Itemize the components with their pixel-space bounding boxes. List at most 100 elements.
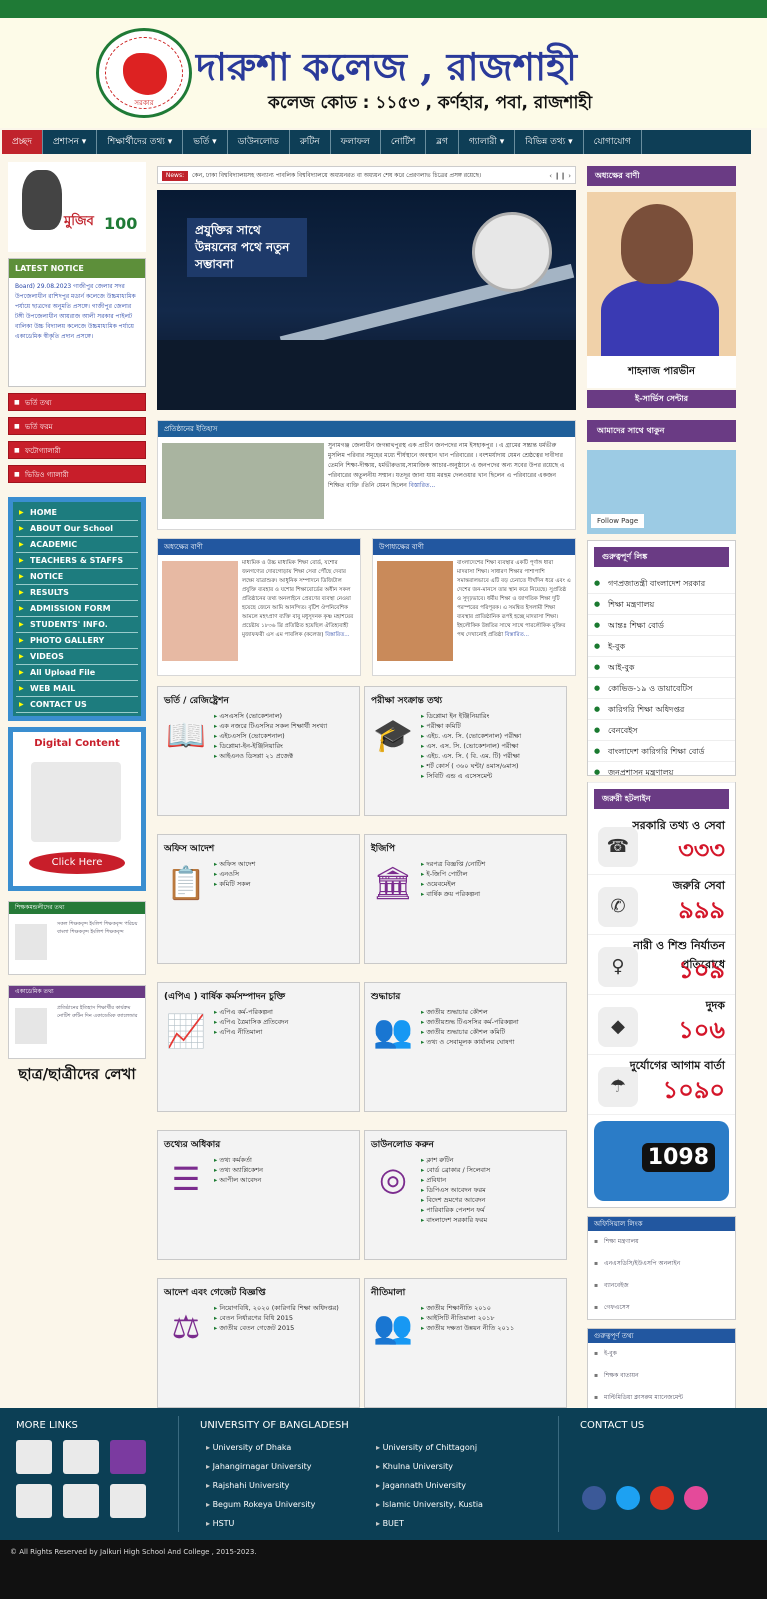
service-link[interactable]: জাতীয়শুদ্ধ টিএসসির কর্ম-পরিকল্পনা — [421, 1017, 562, 1027]
admission-info-button[interactable]: ভর্তি তথ্য — [8, 393, 146, 412]
service-link[interactable]: বেতন নির্ধারণের বিধি 2015 — [214, 1313, 355, 1323]
nav-blog[interactable]: ব্লগ — [426, 130, 459, 154]
service-link[interactable]: সিবিটি এন্ড এ এসেসমেন্ট — [421, 771, 562, 781]
university-link[interactable]: University of Chittagonj — [376, 1438, 477, 1457]
service-link[interactable]: বার্ষিক ক্রয় পরিকল্পনা — [421, 889, 562, 899]
nav-notice[interactable]: নোটিশ — [381, 130, 427, 154]
university-link[interactable]: Jagannath University — [376, 1476, 466, 1495]
nav-contact[interactable]: যোগাযোগ — [584, 130, 642, 154]
service-link[interactable]: আইএনও ডিসপ্লা ২১ প্রজেক্ট — [214, 751, 355, 761]
service-link[interactable]: এইচ. এস. সি. ( বি. এম. টি) পরীক্ষা — [421, 751, 562, 761]
service-link[interactable]: বিদেশ ভ্রমণের আবেদন — [421, 1195, 562, 1205]
service-link[interactable]: এইচ. এস. সি. (ভোকেশনাল) পরীক্ষা — [421, 731, 562, 741]
important-link[interactable]: শিক্ষা মন্ত্রণালয় — [588, 594, 735, 615]
link-logo-icon[interactable] — [16, 1440, 52, 1474]
important-info-link[interactable]: শিক্ষক বাতায়ন — [588, 1365, 735, 1387]
hotline-106[interactable]: ◆ দুদক ১০৬ — [588, 995, 735, 1055]
university-link[interactable]: BUET — [376, 1514, 404, 1533]
service-link[interactable]: জাতীয় শুদ্ধাচার কৌশল — [421, 1007, 562, 1017]
eservice-center-link[interactable]: ই-সার্ভিস সেন্টার — [587, 390, 736, 408]
service-link[interactable]: অফিস আদেশ — [214, 859, 355, 869]
university-link[interactable]: Islamic University, Kustia — [376, 1495, 483, 1514]
service-link[interactable]: জাতীয় বেতন গেজেট 2015 — [214, 1323, 355, 1333]
youtube-icon[interactable] — [650, 1486, 674, 1510]
service-link[interactable]: জাতীয় শুদ্ধাচার কৌশল কমিটি — [421, 1027, 562, 1037]
service-link[interactable]: ক্লাশ রুটিন — [421, 1155, 562, 1165]
photo-gallery-button[interactable]: ফটোগ্যালারী — [8, 441, 146, 460]
important-link[interactable]: কারিগরি শিক্ষা অধিদপ্তর — [588, 699, 735, 720]
university-link[interactable]: Begum Rokeya University — [206, 1495, 316, 1514]
link-logo-icon[interactable] — [110, 1440, 146, 1474]
official-link[interactable]: গেফএসেস — [588, 1297, 735, 1319]
hotline-333[interactable]: ☎ সরকারি তথ্য ও সেবা ৩৩৩ — [588, 815, 735, 875]
important-link[interactable]: গণপ্রজাতন্ত্রী বাংলাদেশ সরকার — [588, 573, 735, 594]
service-link[interactable]: আইসিটি নীতিমালা ২০১৮ — [421, 1313, 562, 1323]
menu-item-web-mail[interactable]: WEB MAIL — [16, 681, 138, 697]
nav-gallery[interactable]: গ্যালারী ▾ — [459, 130, 516, 154]
child-helpline-banner[interactable]: 1098 — [594, 1121, 729, 1201]
important-info-link[interactable]: ই-বুক — [588, 1343, 735, 1365]
official-link[interactable]: এনএসডিসি/ইউএসপি অনলাইন — [588, 1253, 735, 1275]
service-link[interactable]: দরপত্র বিজ্ঞপ্তি /নোটিশ — [421, 859, 562, 869]
service-link[interactable]: জাতীয় দক্ষতা উন্নয়ন নীতি ২০১১ — [421, 1323, 562, 1333]
service-link[interactable]: এসএসসি (ভোকেশনাল) — [214, 711, 355, 721]
service-link[interactable]: পরীক্ষা কমিটি — [421, 721, 562, 731]
service-link[interactable]: এপিএ নীতিমালা — [214, 1027, 355, 1037]
digital-content-banner[interactable]: Digital Content Click Here — [8, 727, 146, 891]
menu-item-notice[interactable]: NOTICE — [16, 569, 138, 585]
service-link[interactable]: জাতীয় শিক্ষানীতি ২০১০ — [421, 1303, 562, 1313]
latest-notice-list[interactable]: Board) 29.08.2023 গাজীপুর জেলার সদর উপজে… — [9, 278, 145, 386]
menu-item-academic[interactable]: ACADEMIC — [16, 537, 138, 553]
menu-item-videos[interactable]: VIDEOS — [16, 649, 138, 665]
link-logo-icon[interactable] — [63, 1440, 99, 1474]
service-link[interactable]: এনওসি — [214, 869, 355, 879]
vice-read-more-link[interactable]: বিস্তারিত... — [505, 632, 529, 638]
menu-item-photo-gallery[interactable]: PHOTO GALLERY — [16, 633, 138, 649]
principal-read-more-link[interactable]: বিস্তারিত... — [325, 632, 349, 638]
facebook-icon[interactable] — [582, 1486, 606, 1510]
important-link[interactable]: আই-বুক — [588, 657, 735, 678]
link-logo-icon[interactable] — [63, 1484, 99, 1518]
twitter-icon[interactable] — [616, 1486, 640, 1510]
video-gallery-button[interactable]: ভিডিও গ্যালারী — [8, 465, 146, 484]
menu-item-about[interactable]: ABOUT Our School — [16, 521, 138, 537]
service-link[interactable]: তথ্য কর্মকর্তা — [214, 1155, 355, 1165]
facebook-page-widget[interactable]: Follow Page — [587, 450, 736, 534]
service-link[interactable]: তথ্য ও সেবামূলক কার্যালয় ঘোষণা — [421, 1037, 562, 1047]
menu-item-upload-file[interactable]: All Upload File — [16, 665, 138, 681]
university-link[interactable]: Khulna University — [376, 1457, 453, 1476]
service-link[interactable]: ডিপিএস আবেদন ফরম — [421, 1185, 562, 1195]
link-logo-icon[interactable] — [110, 1484, 146, 1518]
flickr-icon[interactable] — [684, 1486, 708, 1510]
service-link[interactable]: বোর্ড ব্রোকার / সিলেবাস — [421, 1165, 562, 1175]
menu-item-home[interactable]: HOME — [16, 505, 138, 521]
service-link[interactable]: এপিএ কর্ম-পরিকল্পনা — [214, 1007, 355, 1017]
students-writing-link[interactable]: ছাত্র/ছাত্রীদের লেখা — [8, 1063, 146, 1088]
graduation-cap-icon[interactable] — [16, 1484, 52, 1518]
nav-student-info[interactable]: শিক্ষার্থীদের তথ্য ▾ — [97, 130, 184, 154]
news-text[interactable]: কেন, ঢাকা বিশ্ববিদ্যালয়সহ অন্যান্য পাবল… — [192, 167, 535, 185]
teacher-widget-items[interactable]: সকল শিক্ষকবৃন্দ ইংলিশ শিক্ষকবৃন্দ পরিচয়… — [57, 920, 145, 936]
university-link[interactable]: HSTU — [206, 1514, 235, 1533]
nav-admission[interactable]: ভর্তি ▾ — [183, 130, 228, 154]
university-link[interactable]: Rajshahi University — [206, 1476, 290, 1495]
menu-item-teachers[interactable]: TEACHERS & STAFFS — [16, 553, 138, 569]
service-link[interactable]: এপিএ ত্রৈমাসিক প্রতিবেদন — [214, 1017, 355, 1027]
service-link[interactable]: কমিটি সকল — [214, 879, 355, 889]
click-here-button[interactable]: Click Here — [29, 852, 125, 874]
facebook-follow-button[interactable]: Follow Page — [591, 514, 645, 528]
news-controls[interactable]: ‹ ❙❙ › — [549, 167, 571, 185]
service-link[interactable]: এক নজরে টিএসসির সকল শিক্ষার্থী সংখ্যা — [214, 721, 355, 731]
important-link[interactable]: কোভিড-১৯ ও ডায়াবেটিস — [588, 678, 735, 699]
university-link[interactable]: University of Dhaka — [206, 1438, 292, 1457]
important-link[interactable]: জনপ্রশাসন মন্ত্রণালয় — [588, 762, 735, 783]
official-link[interactable]: শিক্ষা মন্ত্রণালয় — [588, 1231, 735, 1253]
academic-widget-items[interactable]: প্রতিষ্ঠানের ইতিহাস শিক্ষার্থীর কার্যক্র… — [57, 1004, 145, 1020]
service-link[interactable]: পারিবারিক পেনশন ফর্ম — [421, 1205, 562, 1215]
menu-item-results[interactable]: RESULTS — [16, 585, 138, 601]
service-link[interactable]: শর্ট কোর্স ( ৩৬০ ঘন্টা/ ৪মাস/৬মাস) — [421, 761, 562, 771]
service-link[interactable]: তথ্য অ্যাপ্লিকেশন — [214, 1165, 355, 1175]
service-link[interactable]: বাংলাদেশ সরকারি ফরম — [421, 1215, 562, 1225]
menu-item-admission-form[interactable]: ADMISSION FORM — [16, 601, 138, 617]
service-link[interactable]: ওয়েবমেইল — [421, 879, 562, 889]
